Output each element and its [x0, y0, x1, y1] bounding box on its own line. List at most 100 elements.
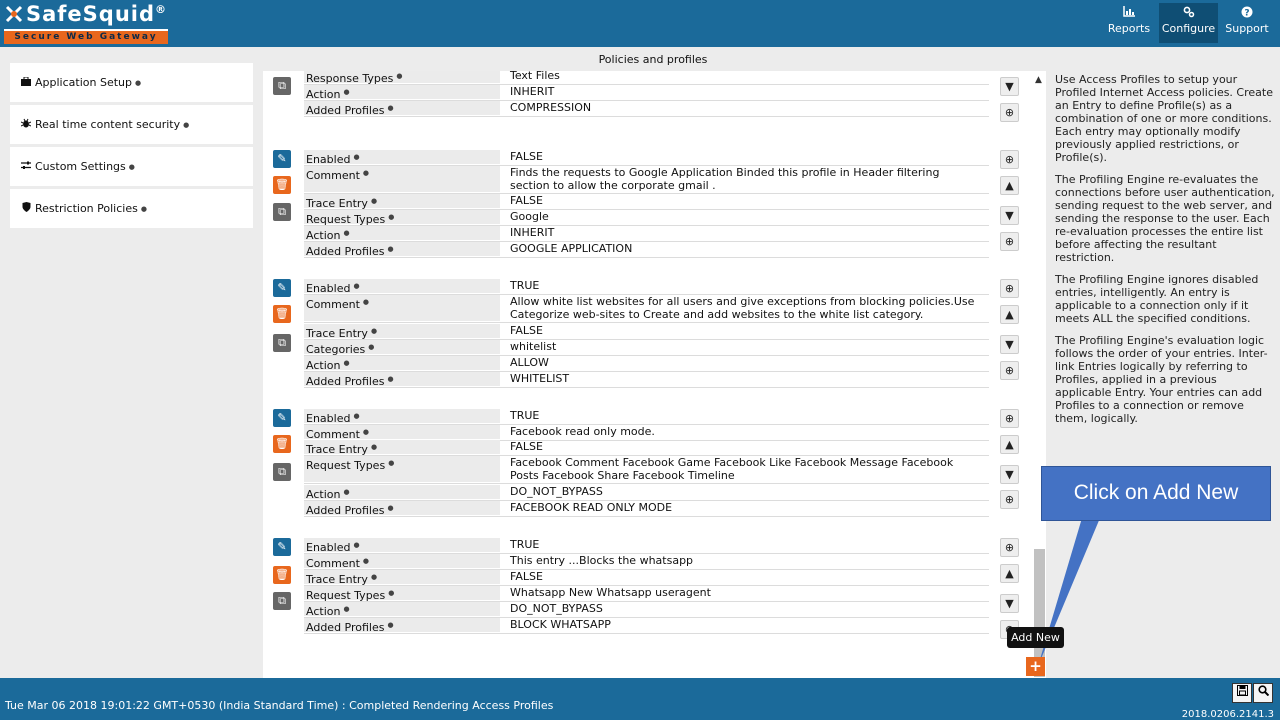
delete-icon[interactable]: 🗑: [273, 305, 291, 323]
copy-icon[interactable]: ⧉: [273, 592, 291, 610]
search-icon[interactable]: [1253, 683, 1273, 703]
field-label-text: Trace Entry: [306, 197, 368, 210]
scroll-up-arrow-icon[interactable]: ▲: [1035, 75, 1042, 85]
nav-support[interactable]: ? Support: [1222, 3, 1272, 43]
insert-entry-button[interactable]: ⊕: [1000, 361, 1019, 380]
info-icon[interactable]: ●: [388, 589, 394, 597]
field-value: FALSE: [510, 194, 543, 207]
delete-icon[interactable]: 🗑: [273, 435, 291, 453]
add-new-button[interactable]: +: [1026, 657, 1045, 676]
field-label: Action ●: [304, 485, 500, 501]
move-down-button[interactable]: ▼: [1000, 335, 1019, 354]
field-value: TRUE: [510, 279, 540, 292]
info-icon[interactable]: ●: [353, 153, 359, 161]
info-icon[interactable]: ●: [387, 621, 393, 629]
move-down-button[interactable]: ▼: [1000, 206, 1019, 225]
field-label: Enabled ●: [304, 279, 500, 295]
info-icon[interactable]: ●: [371, 573, 377, 581]
info-icon[interactable]: ●: [343, 359, 349, 367]
insert-entry-button[interactable]: ⊕: [1000, 409, 1019, 428]
info-icon[interactable]: ●: [396, 72, 402, 80]
insert-entry-button[interactable]: ⊕: [1000, 538, 1019, 557]
sidebar-item-application-setup[interactable]: Application Setup ●: [10, 63, 253, 102]
field-label-text: Action: [306, 88, 341, 101]
field-row: Response Types ● Text Files: [304, 71, 989, 85]
field-value: DO_NOT_BYPASS: [510, 602, 603, 615]
header-bar: SafeSquid® Secure Web Gateway Reports Co…: [0, 0, 1280, 47]
field-label: Enabled ●: [304, 150, 500, 166]
nav-reports[interactable]: Reports: [1104, 3, 1154, 43]
field-value: DO_NOT_BYPASS: [510, 485, 603, 498]
info-icon[interactable]: ●: [371, 327, 377, 335]
field-label: Comment ●: [304, 166, 500, 192]
copy-icon[interactable]: ⧉: [273, 203, 291, 221]
field-row: Categories ● whitelist: [304, 340, 989, 356]
move-down-button[interactable]: ▼: [1000, 465, 1019, 484]
sidebar-item-label: Restriction Policies: [35, 202, 138, 215]
info-icon[interactable]: ●: [363, 428, 369, 436]
edit-icon[interactable]: ✎: [273, 538, 291, 556]
field-value: COMPRESSION: [510, 101, 592, 114]
sidebar-item-real-time-content-security[interactable]: Real time content security ●: [10, 105, 253, 144]
info-icon[interactable]: ●: [135, 79, 141, 87]
info-icon[interactable]: ●: [353, 412, 359, 420]
info-icon[interactable]: ●: [343, 605, 349, 613]
info-icon[interactable]: ●: [368, 343, 374, 351]
sidebar-item-custom-settings[interactable]: Custom Settings ●: [10, 147, 253, 186]
info-icon[interactable]: ●: [183, 121, 189, 129]
info-icon[interactable]: ●: [363, 169, 369, 177]
info-icon[interactable]: ●: [343, 488, 349, 496]
info-icon[interactable]: ●: [387, 504, 393, 512]
move-up-button[interactable]: ▲: [1000, 435, 1019, 454]
info-icon[interactable]: ●: [363, 557, 369, 565]
field-label-text: Enabled: [306, 282, 351, 295]
delete-icon[interactable]: 🗑: [273, 176, 291, 194]
sidebar: Application Setup ● Real time content sec…: [10, 63, 253, 231]
safesquid-logo: SafeSquid® Secure Web Gateway: [4, 2, 170, 44]
move-up-button[interactable]: ▲: [1000, 176, 1019, 195]
info-icon[interactable]: ●: [353, 282, 359, 290]
delete-icon[interactable]: 🗑: [273, 566, 291, 584]
help-paragraph: The Profiling Engine's evaluation logic …: [1055, 334, 1268, 425]
copy-icon[interactable]: ⧉: [273, 77, 291, 95]
nav-configure[interactable]: Configure: [1159, 3, 1218, 43]
field-label: Trace Entry ●: [304, 570, 500, 586]
insert-entry-button[interactable]: ⊕: [1000, 279, 1019, 298]
info-icon[interactable]: ●: [363, 298, 369, 306]
info-icon[interactable]: ●: [388, 213, 394, 221]
field-label: Added Profiles ●: [304, 372, 500, 388]
info-icon[interactable]: ●: [141, 205, 147, 213]
info-icon[interactable]: ●: [129, 163, 135, 171]
field-label-text: Comment: [306, 169, 360, 182]
field-label-text: Enabled: [306, 541, 351, 554]
insert-entry-button[interactable]: ⊕: [1000, 490, 1019, 509]
info-icon[interactable]: ●: [343, 88, 349, 96]
edit-icon[interactable]: ✎: [273, 150, 291, 168]
insert-entry-button[interactable]: ⊕: [1000, 103, 1019, 122]
copy-icon[interactable]: ⧉: [273, 463, 291, 481]
move-up-button[interactable]: ▲: [1000, 305, 1019, 324]
move-up-button[interactable]: ▲: [1000, 564, 1019, 583]
info-icon[interactable]: ●: [343, 229, 349, 237]
insert-entry-button[interactable]: ⊕: [1000, 232, 1019, 251]
field-label-text: Added Profiles: [306, 245, 385, 258]
move-down-button[interactable]: ▼: [1000, 77, 1019, 96]
field-label-text: Trace Entry: [306, 443, 368, 456]
info-icon[interactable]: ●: [388, 459, 394, 467]
insert-entry-button[interactable]: ⊕: [1000, 150, 1019, 169]
info-icon[interactable]: ●: [387, 104, 393, 112]
info-icon[interactable]: ●: [371, 197, 377, 205]
info-icon[interactable]: ●: [387, 245, 393, 253]
field-label: Categories ●: [304, 340, 500, 356]
field-value: BLOCK WHATSAPP: [510, 618, 611, 631]
info-icon[interactable]: ●: [371, 443, 377, 451]
info-icon[interactable]: ●: [353, 541, 359, 549]
move-down-button[interactable]: ▼: [1000, 594, 1019, 613]
edit-icon[interactable]: ✎: [273, 409, 291, 427]
info-icon[interactable]: ●: [387, 375, 393, 383]
copy-icon[interactable]: ⧉: [273, 334, 291, 352]
field-value: Facebook Comment Facebook Game Facebook …: [510, 456, 954, 482]
save-icon[interactable]: [1232, 683, 1252, 703]
edit-icon[interactable]: ✎: [273, 279, 291, 297]
sidebar-item-restriction-policies[interactable]: Restriction Policies ●: [10, 189, 253, 228]
